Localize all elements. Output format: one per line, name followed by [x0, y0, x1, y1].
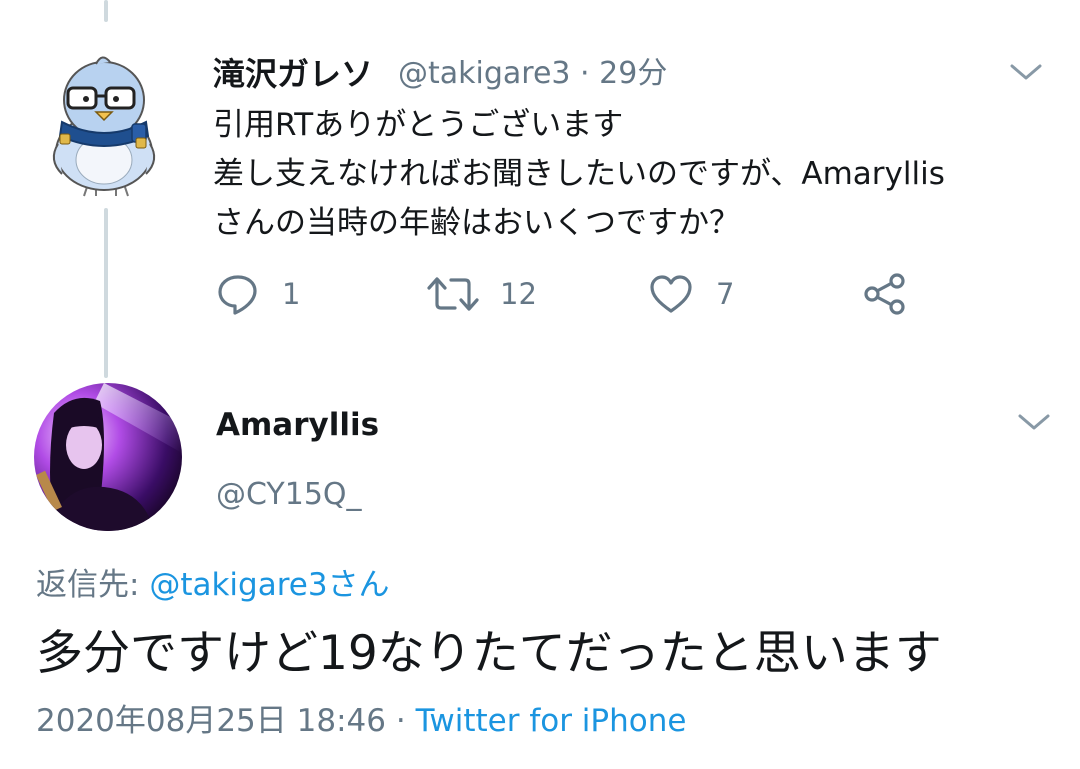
retweet-count: 12 — [500, 277, 537, 311]
like-button[interactable]: 7 — [648, 270, 734, 318]
thread-line-bottom — [104, 208, 108, 378]
tweet-text-line: さんの当時の年齢はおいくつですか？ — [213, 205, 740, 241]
tweet-text: 多分ですけど19なりたてだったと思います — [36, 626, 942, 681]
meta-separator: · — [395, 703, 406, 739]
avatar[interactable] — [44, 52, 164, 200]
author-meta: @takigare3 · 29分 — [398, 52, 667, 96]
reply-count: 1 — [282, 277, 301, 311]
author-display-name[interactable]: 滝沢ガレソ — [213, 52, 373, 96]
thread-line-top — [104, 0, 108, 22]
share-button[interactable] — [862, 270, 908, 318]
tweet-text-line: 差し支えなければお聞きしたいのですが、Amaryllis — [213, 156, 945, 192]
retweet-button[interactable]: 12 — [426, 270, 537, 318]
retweet-icon — [427, 277, 479, 311]
author-display-name[interactable]: Amaryllis — [216, 403, 379, 447]
tweet-timestamp[interactable]: 2020年08月25日 18:46 — [36, 703, 386, 739]
chevron-down-icon[interactable] — [1016, 410, 1052, 434]
like-count: 7 — [716, 277, 735, 311]
reply-to-mention[interactable]: @takigare3さん — [149, 567, 389, 603]
heart-icon — [650, 275, 692, 313]
avatar[interactable] — [34, 383, 182, 531]
author-handle[interactable]: @takigare3 — [398, 56, 571, 91]
share-icon — [864, 273, 905, 315]
reply-context: 返信先: @takigare3さん — [36, 563, 390, 607]
tweet-time[interactable]: 29分 — [599, 56, 667, 91]
tweet-source[interactable]: Twitter for iPhone — [416, 703, 687, 739]
tweet-meta: 2020年08月25日 18:46 · Twitter for iPhone — [36, 699, 686, 743]
reply-button[interactable]: 1 — [216, 270, 300, 318]
chevron-down-icon[interactable] — [1008, 60, 1044, 84]
tweet-text: 引用RTありがとうございます 差し支えなければお聞きしたいのですが、Amaryl… — [213, 101, 1033, 248]
tweet-text-line: 引用RTありがとうございます — [213, 107, 624, 143]
meta-separator: · — [580, 56, 590, 91]
author-handle[interactable]: @CY15Q_ — [216, 473, 362, 517]
reply-icon — [218, 275, 257, 315]
reply-to-label: 返信先: — [36, 567, 140, 603]
